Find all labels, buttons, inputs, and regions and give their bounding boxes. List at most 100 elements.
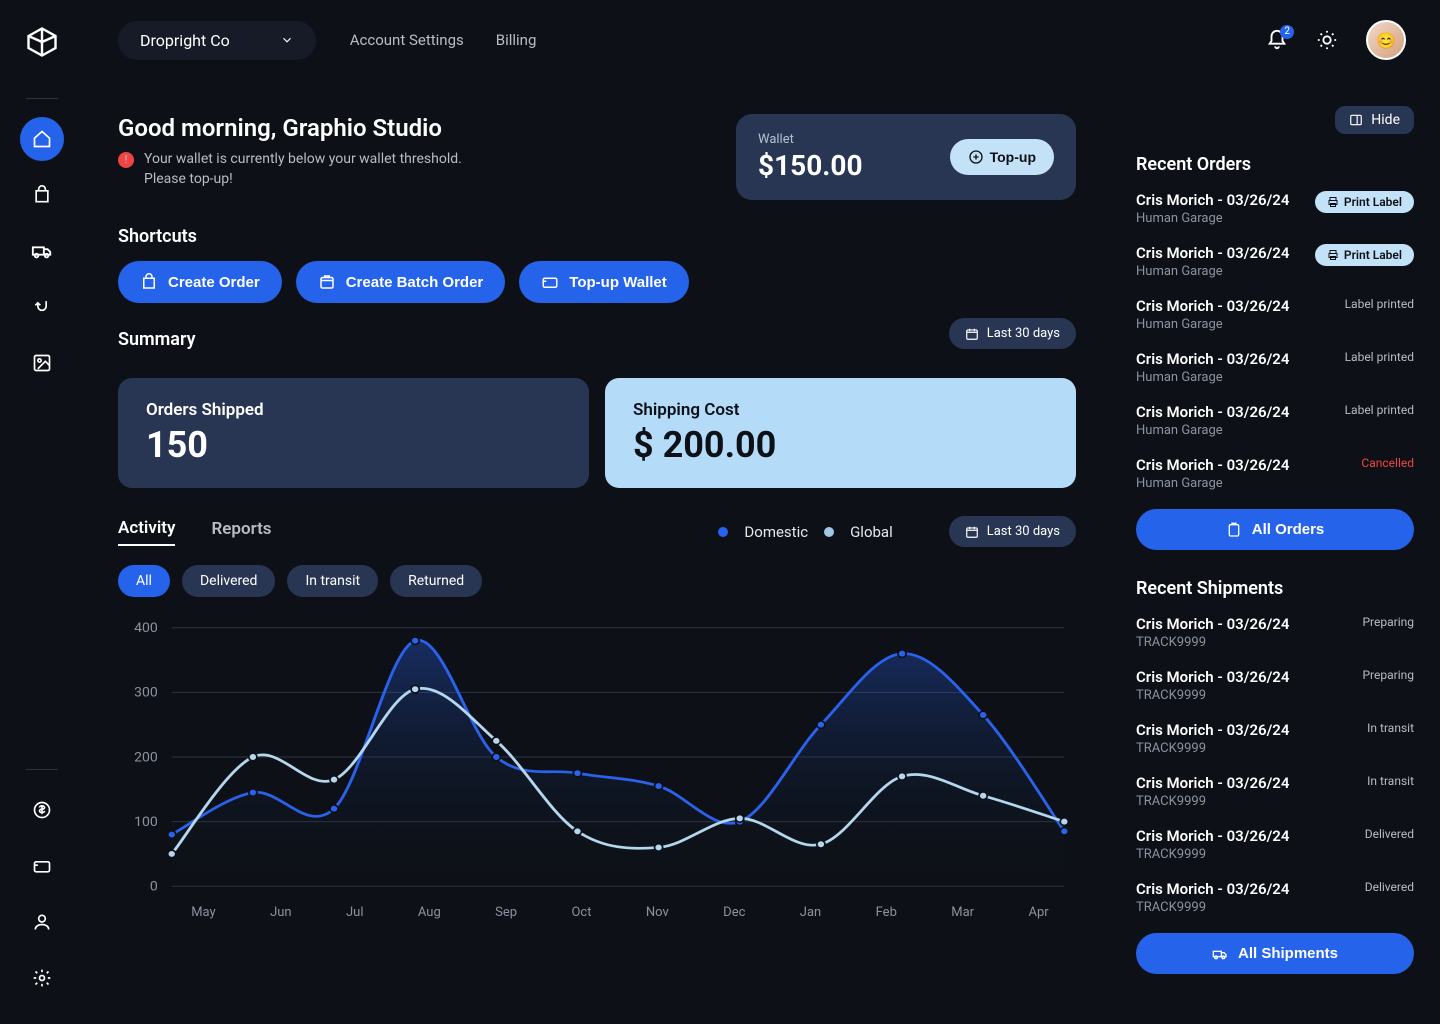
nav-account[interactable]: [20, 900, 64, 944]
order-row[interactable]: Cris Morich - 03/26/24Human GaragePrint …: [1136, 244, 1414, 279]
x-tick: May: [191, 905, 215, 920]
wallet-card: Wallet $150.00 Top-up: [736, 114, 1076, 200]
shortcut-create-order[interactable]: Create Order: [118, 261, 282, 303]
shipment-status: Preparing: [1362, 615, 1414, 629]
link-account-settings[interactable]: Account Settings: [350, 31, 464, 49]
shipment-sub: TRACK9999: [1136, 847, 1289, 862]
org-selector[interactable]: Dropright Co: [118, 21, 316, 60]
x-tick: Jun: [270, 905, 292, 920]
logo[interactable]: [22, 22, 62, 62]
nav-settings[interactable]: [20, 956, 64, 1000]
order-sub: Human Garage: [1136, 264, 1289, 279]
x-tick: Aug: [418, 905, 441, 920]
nav-media[interactable]: [20, 341, 64, 385]
order-row[interactable]: Cris Morich - 03/26/24Human GarageLabel …: [1136, 350, 1414, 385]
order-title: Cris Morich - 03/26/24: [1136, 403, 1289, 421]
shipment-row[interactable]: Cris Morich - 03/26/24TRACK9999Preparing: [1136, 668, 1414, 703]
button-label: All Shipments: [1238, 945, 1338, 962]
order-sub: Human Garage: [1136, 423, 1289, 438]
nav-returns[interactable]: [20, 285, 64, 329]
card-label: Shipping Cost: [633, 400, 1048, 420]
shipment-title: Cris Morich - 03/26/24: [1136, 615, 1289, 633]
order-title: Cris Morich - 03/26/24: [1136, 191, 1289, 209]
chip-all[interactable]: All: [118, 565, 170, 597]
card-value: 150: [146, 424, 561, 466]
chip-in-transit[interactable]: In transit: [287, 565, 378, 597]
tab-reports[interactable]: Reports: [211, 519, 271, 545]
card-label: Orders Shipped: [146, 400, 561, 420]
x-tick: Sep: [495, 905, 517, 920]
activity-chart: 0100200300400: [118, 617, 1076, 897]
x-tick: Feb: [876, 905, 897, 920]
shortcut-topup-wallet[interactable]: Top-up Wallet: [519, 261, 688, 303]
shipment-row[interactable]: Cris Morich - 03/26/24TRACK9999Delivered: [1136, 827, 1414, 862]
x-tick: Mar: [951, 905, 974, 920]
all-orders-button[interactable]: All Orders: [1136, 509, 1414, 550]
summary-range[interactable]: Last 30 days: [949, 318, 1076, 349]
shipment-sub: TRACK9999: [1136, 900, 1289, 915]
summary-heading: Summary: [118, 329, 196, 350]
shipment-row[interactable]: Cris Morich - 03/26/24 TRACK9999 Delivered: [1136, 880, 1414, 915]
shortcut-label: Top-up Wallet: [569, 274, 666, 291]
divider: [26, 769, 58, 770]
card-orders-shipped: Orders Shipped 150: [118, 378, 589, 488]
link-billing[interactable]: Billing: [496, 31, 537, 49]
chart-range[interactable]: Last 30 days: [949, 516, 1076, 547]
svg-text:100: 100: [134, 814, 158, 829]
order-status: Label printed: [1345, 403, 1414, 417]
card-shipping-cost: Shipping Cost $ 200.00: [605, 378, 1076, 488]
legend-domestic: Domestic: [744, 523, 808, 541]
x-tick: Jan: [800, 905, 821, 920]
topup-button[interactable]: Top-up: [950, 139, 1054, 175]
calendar-icon: [965, 327, 979, 341]
hide-panel-button[interactable]: Hide: [1335, 106, 1414, 134]
notif-badge: 2: [1280, 25, 1294, 39]
order-row[interactable]: Cris Morich - 03/26/24 Human Garage Print …: [1136, 191, 1414, 226]
svg-text:400: 400: [134, 621, 158, 636]
theme-toggle[interactable]: [1316, 29, 1338, 51]
bag-icon: [140, 273, 158, 291]
print-label-button[interactable]: Print Label: [1315, 191, 1414, 213]
nav-billing[interactable]: [20, 788, 64, 832]
button-label: All Orders: [1252, 521, 1325, 538]
nav-wallet[interactable]: [20, 844, 64, 888]
chip-delivered[interactable]: Delivered: [182, 565, 275, 597]
shipment-status: Delivered: [1365, 880, 1414, 894]
nav-dashboard[interactable]: [20, 117, 64, 161]
chevron-down-icon: [280, 33, 294, 47]
shipment-title: Cris Morich - 03/26/24: [1136, 721, 1289, 739]
nav-orders[interactable]: [20, 173, 64, 217]
box-icon: [318, 273, 336, 291]
page-title: Good morning, Graphio Studio: [118, 114, 478, 142]
chip-returned[interactable]: Returned: [390, 565, 482, 597]
range-label: Last 30 days: [987, 326, 1060, 341]
shipment-title: Cris Morich - 03/26/24: [1136, 880, 1289, 898]
tab-activity[interactable]: Activity: [118, 518, 175, 546]
recent-shipments-heading: Recent Shipments: [1136, 578, 1414, 599]
shortcut-create-batch[interactable]: Create Batch Order: [296, 261, 506, 303]
order-row[interactable]: Cris Morich - 03/26/24 Human Garage Label …: [1136, 403, 1414, 438]
order-title: Cris Morich - 03/26/24: [1136, 297, 1289, 315]
avatar[interactable]: 😊: [1366, 20, 1406, 60]
order-status: Cancelled: [1361, 456, 1414, 470]
order-status: Label printed: [1345, 297, 1414, 311]
shipment-row[interactable]: Cris Morich - 03/26/24TRACK9999In transi…: [1136, 721, 1414, 756]
x-tick: Dec: [723, 905, 745, 920]
order-row[interactable]: Cris Morich - 03/26/24Human GarageCancel…: [1136, 456, 1414, 491]
shipment-row[interactable]: Cris Morich - 03/26/24TRACK9999In transi…: [1136, 774, 1414, 809]
org-name: Dropright Co: [140, 31, 230, 50]
order-sub: Human Garage: [1136, 211, 1289, 226]
shipment-row[interactable]: Cris Morich - 03/26/24TRACK9999Preparing: [1136, 615, 1414, 650]
svg-text:300: 300: [134, 685, 158, 700]
print-label-button[interactable]: Print Label: [1315, 244, 1414, 266]
order-title: Cris Morich - 03/26/24: [1136, 350, 1289, 368]
all-shipments-button[interactable]: All Shipments: [1136, 933, 1414, 974]
legend-global: Global: [850, 523, 893, 541]
wallet-label: Wallet: [758, 132, 863, 147]
nav-shipping[interactable]: [20, 229, 64, 273]
shipment-sub: TRACK9999: [1136, 741, 1289, 756]
notifications-button[interactable]: 2: [1266, 29, 1288, 51]
svg-text:200: 200: [134, 750, 158, 765]
warning-text: Your wallet is currently below your wall…: [144, 150, 478, 189]
order-row[interactable]: Cris Morich - 03/26/24Human GarageLabel …: [1136, 297, 1414, 332]
